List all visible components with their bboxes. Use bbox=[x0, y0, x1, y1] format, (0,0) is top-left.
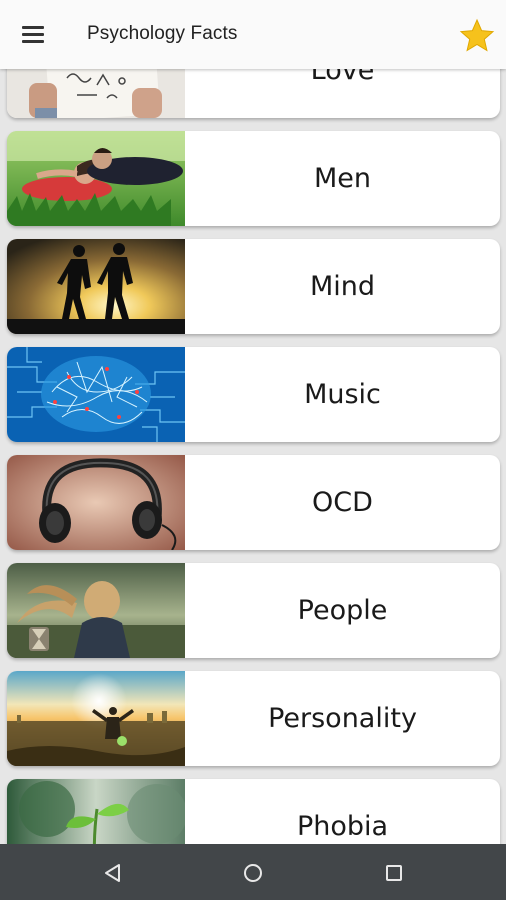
category-label: Phobia bbox=[296, 811, 389, 842]
category-label: Mind bbox=[309, 271, 376, 302]
category-card-people[interactable]: People bbox=[7, 563, 500, 658]
couple-lying-in-grass-image bbox=[7, 131, 185, 226]
runners-silhouette-sunset-image bbox=[7, 239, 185, 334]
headphones-image bbox=[7, 455, 185, 550]
category-list[interactable]: Love Men Mind Music OCD People Personali… bbox=[0, 69, 506, 844]
app-bar: Psychology Facts bbox=[0, 0, 506, 69]
category-label: Music bbox=[304, 379, 381, 410]
category-label: People bbox=[297, 595, 388, 626]
category-card-personality[interactable]: Personality bbox=[7, 671, 500, 766]
hands-holding-paper-image bbox=[7, 69, 185, 118]
home-circle-icon[interactable] bbox=[238, 858, 268, 888]
blue-brain-circuit-image bbox=[7, 347, 185, 442]
category-card-love[interactable]: Love bbox=[7, 69, 500, 118]
category-label: Men bbox=[313, 163, 372, 194]
category-label: Love bbox=[310, 69, 375, 86]
system-nav-bar bbox=[0, 844, 506, 900]
recents-square-icon[interactable] bbox=[379, 858, 409, 888]
category-card-phobia[interactable]: Phobia bbox=[7, 779, 500, 844]
hamburger-menu-icon[interactable] bbox=[14, 18, 54, 52]
page-title: Psychology Facts bbox=[87, 23, 238, 44]
category-card-music[interactable]: Music bbox=[7, 347, 500, 442]
back-triangle-icon[interactable] bbox=[98, 858, 128, 888]
woman-hair-blowing-image bbox=[7, 563, 185, 658]
category-label: OCD bbox=[312, 487, 373, 518]
category-card-men[interactable]: Men bbox=[7, 131, 500, 226]
sprout-in-hand-image bbox=[7, 779, 185, 844]
category-card-mind[interactable]: Mind bbox=[7, 239, 500, 334]
man-arms-raised-sunrise-image bbox=[7, 671, 185, 766]
category-card-ocd[interactable]: OCD bbox=[7, 455, 500, 550]
category-label: Personality bbox=[268, 703, 417, 734]
star-icon[interactable] bbox=[458, 17, 496, 55]
